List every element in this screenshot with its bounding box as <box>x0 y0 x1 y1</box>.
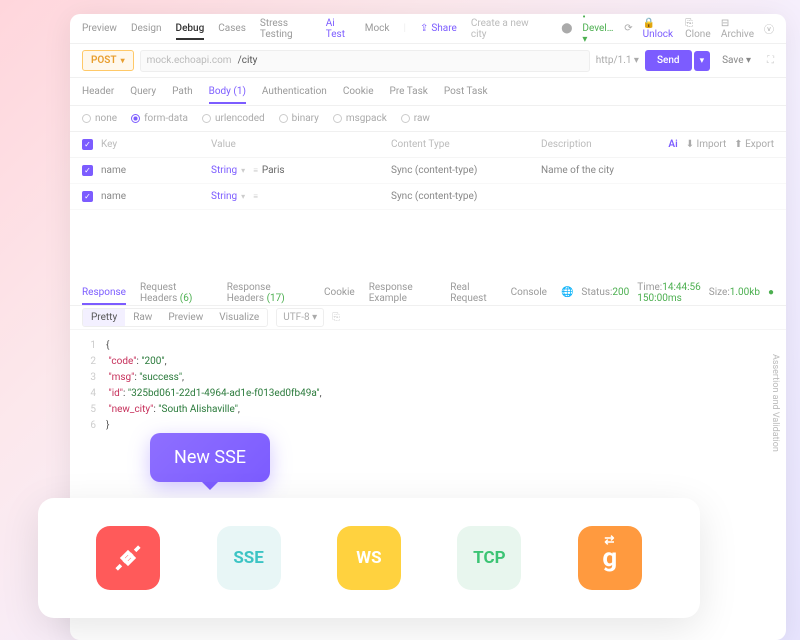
export-button[interactable]: ⬆ Export <box>734 139 774 150</box>
globe-icon: 🌐 <box>561 287 573 298</box>
url-domain: mock.echoapi.com <box>147 55 232 66</box>
url-input[interactable]: mock.echoapi.com /city <box>140 50 590 72</box>
protocol-tcp[interactable]: TCP <box>457 526 521 590</box>
form-table-header: ✓ Key Value Content Type Description Ai … <box>70 132 786 158</box>
http-version-selector[interactable]: http/1.1 ▾ <box>596 55 639 66</box>
tab-mock[interactable]: Mock <box>365 23 390 34</box>
request-sub-tabs: Header Query Path Body (1) Authenticatio… <box>70 78 786 106</box>
refresh-icon[interactable]: ⟳ <box>624 23 632 34</box>
body-type-radios: none form-data urlencoded binary msgpack… <box>70 106 786 132</box>
protocol-http[interactable] <box>96 526 160 590</box>
protocol-ws[interactable]: WS <box>337 526 401 590</box>
copy-icon[interactable]: ⎘ <box>332 312 340 323</box>
send-dropdown[interactable]: ▾ <box>694 51 711 71</box>
top-tab-bar: Preview Design Debug Cases Stress Testin… <box>70 14 786 44</box>
rtab-console[interactable]: Console <box>511 287 547 298</box>
row-checkbox[interactable]: ✓ <box>82 191 93 202</box>
radio-raw[interactable]: raw <box>401 113 430 124</box>
tab-cases[interactable]: Cases <box>218 23 246 34</box>
view-visualize[interactable]: Visualize <box>211 309 267 326</box>
archive-button[interactable]: ⊟ Archive <box>721 18 754 40</box>
rtab-example[interactable]: Response Example <box>369 282 436 304</box>
status-dot-icon: ● <box>768 287 774 298</box>
env-selector[interactable]: • Devel… ▾ <box>582 14 614 45</box>
new-sse-callout: New SSE <box>150 433 270 482</box>
rtab-req-headers[interactable]: Request Headers (6) <box>140 282 213 304</box>
method-selector[interactable]: POST ▾ <box>82 50 134 71</box>
view-raw[interactable]: Raw <box>125 309 160 326</box>
tab-ai-test[interactable]: Ai Test <box>326 18 351 40</box>
radio-none[interactable]: none <box>82 113 117 124</box>
col-key: Key <box>101 139 211 150</box>
col-description: Description <box>541 139 668 150</box>
tab-stress[interactable]: Stress Testing <box>260 18 312 40</box>
url-path: /city <box>238 55 258 66</box>
send-button[interactable]: Send <box>645 50 692 71</box>
status-code: Status:200 <box>581 287 629 298</box>
tab-debug[interactable]: Debug <box>176 23 205 40</box>
subtab-posttask[interactable]: Post Task <box>444 86 488 97</box>
desc-cell[interactable]: Name of the city <box>541 165 774 176</box>
chevron-down-icon: ▾ <box>121 56 125 65</box>
response-tabs: Response Request Headers (6) Response He… <box>70 280 786 306</box>
expand-icon[interactable]: ⛶ <box>767 55 774 66</box>
protocol-bar: SSE WS TCP ⇄g <box>38 498 700 618</box>
rtab-response[interactable]: Response <box>82 287 126 305</box>
response-body: 1{ 2 "code": "200", 3 "msg": "success", … <box>70 330 786 442</box>
subtab-path[interactable]: Path <box>172 86 192 97</box>
table-row: ✓ name String▾≡ Sync (content-type) <box>70 184 786 210</box>
tab-design[interactable]: Design <box>131 23 162 34</box>
assertion-panel-label[interactable]: Assertion and Validation <box>770 354 780 452</box>
subtab-header[interactable]: Header <box>82 86 114 97</box>
subtab-query[interactable]: Query <box>130 86 156 97</box>
rtab-cookie[interactable]: Cookie <box>324 287 355 298</box>
value-cell[interactable]: String▾≡Paris <box>211 165 391 176</box>
rtab-resp-headers[interactable]: Response Headers (17) <box>227 282 310 304</box>
radio-msgpack[interactable]: msgpack <box>333 113 387 124</box>
col-value: Value <box>211 139 391 150</box>
tab-preview[interactable]: Preview <box>82 23 117 34</box>
view-pretty[interactable]: Pretty <box>83 309 125 326</box>
url-bar: POST ▾ mock.echoapi.com /city http/1.1 ▾… <box>70 44 786 78</box>
status-size: Size:1.00kb <box>709 287 760 298</box>
encoding-selector[interactable]: UTF-8 ▾ <box>276 308 324 327</box>
clone-button[interactable]: ⎘ Clone <box>685 18 711 40</box>
col-content-type: Content Type <box>391 139 541 150</box>
subtab-cookie[interactable]: Cookie <box>343 86 374 97</box>
import-button[interactable]: ⬇ Import <box>686 139 727 150</box>
row-checkbox[interactable]: ✓ <box>82 165 93 176</box>
rtab-real[interactable]: Real Request <box>450 282 496 304</box>
status-time: Time:14:44:56 150:00ms <box>637 282 700 304</box>
ai-button[interactable]: Ai <box>668 139 677 150</box>
share-icon: ⇪ <box>420 23 428 34</box>
key-cell[interactable]: name <box>101 191 211 202</box>
protocol-sse[interactable]: SSE <box>217 526 281 590</box>
select-all-checkbox[interactable]: ✓ <box>82 139 93 150</box>
subtab-auth[interactable]: Authentication <box>262 86 327 97</box>
protocol-grpc[interactable]: ⇄g <box>578 526 642 590</box>
key-cell[interactable]: name <box>101 165 211 176</box>
content-type-cell[interactable]: Sync (content-type) <box>391 191 541 202</box>
value-cell[interactable]: String▾≡ <box>211 191 391 202</box>
view-preview[interactable]: Preview <box>160 309 211 326</box>
radio-form-data[interactable]: form-data <box>131 113 188 124</box>
plug-icon <box>111 541 145 575</box>
table-row: ✓ name String▾≡Paris Sync (content-type)… <box>70 158 786 184</box>
radio-urlencoded[interactable]: urlencoded <box>202 113 265 124</box>
content-type-cell[interactable]: Sync (content-type) <box>391 165 541 176</box>
title-input[interactable]: Create a new city <box>471 18 533 40</box>
save-indicator-icon: ⬤ <box>561 23 572 34</box>
unlock-button[interactable]: 🔒 Unlock <box>643 18 676 40</box>
subtab-body[interactable]: Body (1) <box>209 86 246 104</box>
subtab-pretask[interactable]: Pre Task <box>390 86 428 97</box>
save-button[interactable]: Save ▾ <box>716 51 757 70</box>
share-button[interactable]: ⇪Share <box>420 23 457 34</box>
response-view-bar: Pretty Raw Preview Visualize UTF-8 ▾ ⎘ <box>70 306 786 330</box>
more-icon[interactable]: ⓥ <box>764 21 774 36</box>
radio-binary[interactable]: binary <box>279 113 319 124</box>
